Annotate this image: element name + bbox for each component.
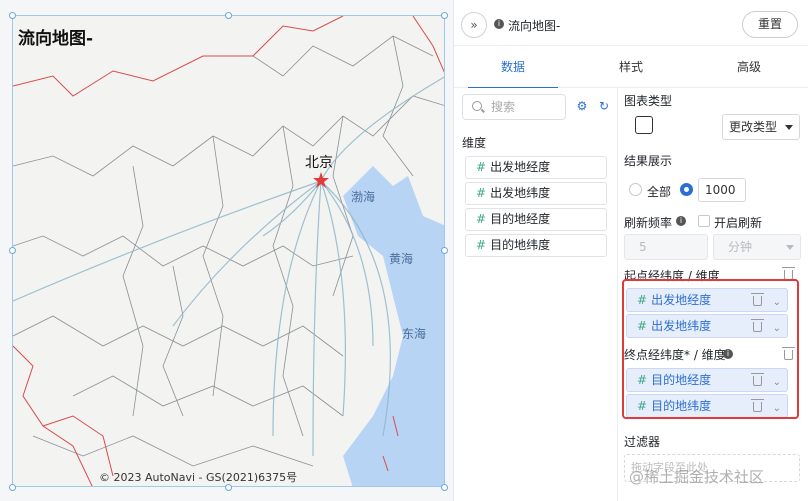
- info-icon: i: [676, 216, 686, 226]
- chart-name[interactable]: 流向地图-: [508, 17, 560, 34]
- collapse-panel-button[interactable]: »: [461, 12, 487, 38]
- dimension-field-label: 出发地经度: [490, 160, 551, 174]
- dimension-field-label: 目的地纬度: [490, 238, 551, 252]
- resize-handle-right[interactable]: [441, 247, 448, 254]
- tab-style[interactable]: 样式: [572, 46, 690, 88]
- field-search[interactable]: [462, 94, 566, 120]
- refresh-interval-input[interactable]: 5: [624, 234, 708, 260]
- limit-input[interactable]: 1000: [698, 178, 746, 202]
- resize-handle-top-left[interactable]: [9, 12, 16, 19]
- tab-data[interactable]: 数据: [454, 46, 572, 89]
- map-svg: [13, 16, 444, 486]
- city-label-beijing: 北京: [305, 155, 333, 171]
- highlight-box: [622, 279, 799, 419]
- number-type-icon: #: [476, 212, 487, 226]
- dimension-field[interactable]: # 出发地纬度: [465, 182, 607, 205]
- flow-map-chart-icon[interactable]: [635, 116, 653, 134]
- panel-topbar: » i 流向地图- 重置: [454, 0, 808, 46]
- radio-limit[interactable]: [680, 183, 693, 196]
- dimension-field[interactable]: # 目的地纬度: [465, 234, 607, 257]
- resize-handle-left[interactable]: [9, 247, 16, 254]
- config-panel: » i 流向地图- 重置 数据 样式 高级 ⚙ ↻ 维度 #出发地经度 #出发地…: [453, 0, 808, 501]
- filter-label: 过滤器: [624, 435, 661, 449]
- flow-map-canvas[interactable]: 流向地图- 北京 渤海 黄海 东海 © 2023 AutoNavi - GS(2…: [12, 15, 445, 487]
- change-type-label: 更改类型: [729, 120, 778, 134]
- dimension-field[interactable]: # 出发地经度: [465, 156, 607, 179]
- map-copyright: © 2023 AutoNavi - GS(2021)6375号: [99, 471, 298, 484]
- resize-handle-top[interactable]: [225, 12, 232, 19]
- search-input[interactable]: [491, 99, 561, 115]
- chevron-down-icon: [785, 125, 793, 130]
- search-icon: [472, 101, 482, 111]
- resize-handle-bottom[interactable]: [225, 484, 232, 491]
- result-display-label: 结果展示: [624, 154, 673, 168]
- info-icon: i: [494, 19, 504, 29]
- radio-all[interactable]: [629, 183, 642, 196]
- tab-advanced[interactable]: 高级: [690, 46, 808, 88]
- chevron-down-icon: [786, 245, 794, 250]
- refresh-rate-label: 刷新频率: [624, 216, 673, 230]
- refresh-unit-select[interactable]: 分钟: [713, 234, 801, 260]
- resize-handle-top-right[interactable]: [441, 12, 448, 19]
- radio-all-label: 全部: [647, 185, 672, 199]
- watermark: @稀土掘金技术社区: [629, 468, 765, 486]
- dimensions-title: 维度: [462, 136, 487, 150]
- dimension-field-label: 出发地纬度: [490, 186, 551, 200]
- number-type-icon: #: [476, 186, 487, 200]
- resize-handle-bottom-left[interactable]: [9, 484, 16, 491]
- chart-type-label: 图表类型: [624, 94, 673, 108]
- number-type-icon: #: [476, 238, 487, 252]
- map-title: 流向地图-: [18, 29, 94, 49]
- number-type-icon: #: [476, 160, 487, 174]
- auto-refresh-label: 开启刷新: [714, 216, 763, 230]
- refresh-unit-label: 分钟: [728, 240, 753, 254]
- sea-label-huanghai: 黄海: [389, 252, 414, 266]
- reset-button[interactable]: 重置: [742, 11, 798, 38]
- settings-icon[interactable]: ⚙: [575, 99, 589, 113]
- sea-label-bohai: 渤海: [351, 190, 376, 204]
- dimension-list-panel: ⚙ ↻ 维度 #出发地经度 #出发地纬度 #目的地经度 #目的地纬度: [454, 88, 618, 501]
- dimension-field-label: 目的地经度: [490, 212, 551, 226]
- dimension-field[interactable]: # 目的地经度: [465, 208, 607, 231]
- change-type-select[interactable]: 更改类型: [722, 114, 800, 140]
- refresh-icon[interactable]: ↻: [597, 99, 611, 113]
- auto-refresh-checkbox[interactable]: [698, 215, 710, 227]
- panel-tabs: 数据 样式 高级: [454, 46, 808, 89]
- sea-label-donghai: 东海: [402, 327, 427, 341]
- resize-handle-bottom-right[interactable]: [441, 484, 448, 491]
